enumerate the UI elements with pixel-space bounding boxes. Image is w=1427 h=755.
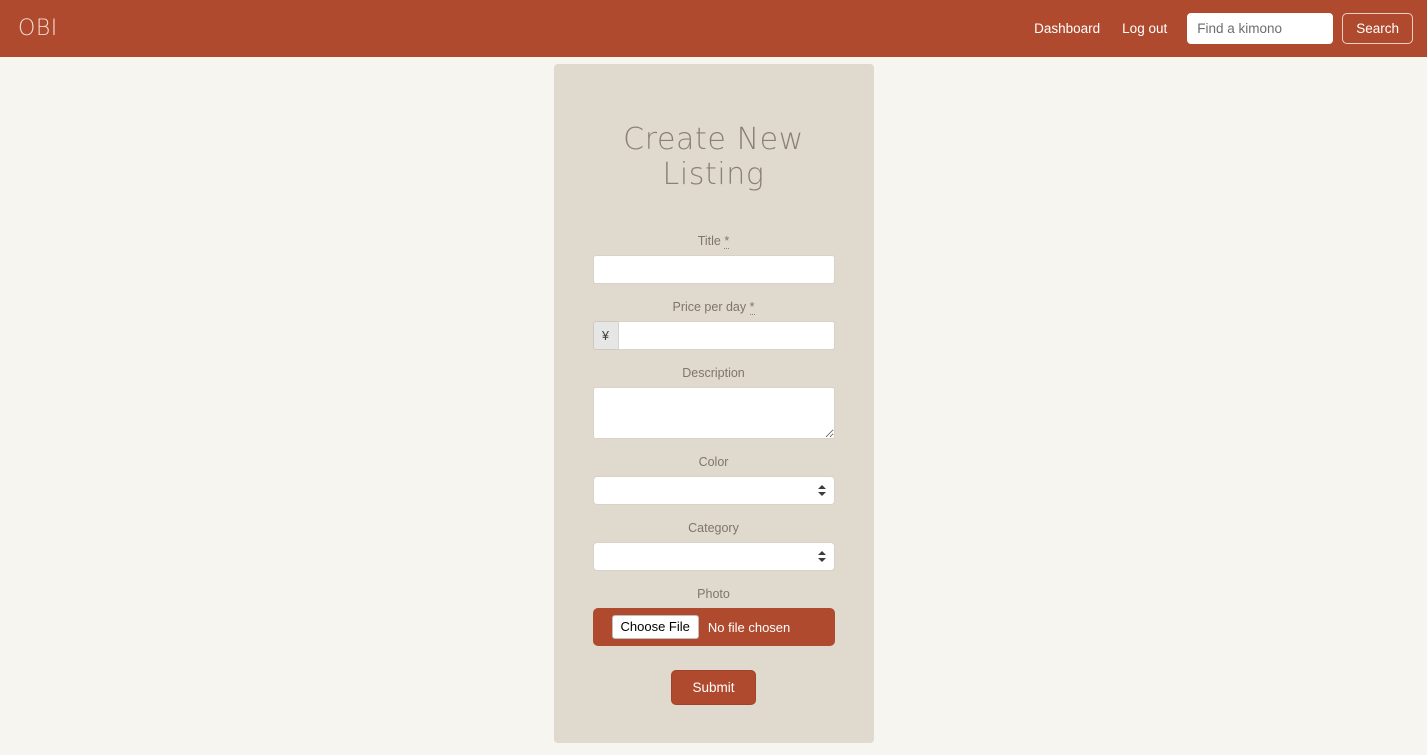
label-price: Price per day * bbox=[574, 300, 854, 315]
brand-logo[interactable]: OBI bbox=[18, 17, 58, 40]
label-price-text: Price per day bbox=[672, 300, 747, 314]
page-body: Create New Listing Title * Price per day… bbox=[0, 57, 1427, 743]
color-select[interactable] bbox=[592, 476, 835, 505]
label-photo: Photo bbox=[697, 587, 730, 601]
required-marker-title: * bbox=[724, 234, 730, 249]
yen-currency-icon: ¥ bbox=[592, 321, 618, 350]
label-category: Category bbox=[688, 521, 739, 535]
nav-link-logout[interactable]: Log out bbox=[1111, 21, 1178, 36]
price-input[interactable] bbox=[617, 321, 835, 350]
search-button[interactable]: Search bbox=[1342, 13, 1413, 44]
category-select-wrap bbox=[592, 542, 835, 571]
nav-link-dashboard[interactable]: Dashboard bbox=[1023, 21, 1111, 36]
file-status-text: No file chosen bbox=[707, 619, 791, 635]
field-category: Category bbox=[574, 521, 854, 571]
page-title: Create New Listing bbox=[623, 122, 804, 192]
photo-file-input[interactable]: Choose File No file chosen bbox=[592, 608, 835, 646]
field-description: Description bbox=[574, 366, 854, 439]
title-input[interactable] bbox=[592, 255, 835, 284]
submit-button[interactable]: Submit bbox=[671, 670, 756, 705]
label-description: Description bbox=[682, 366, 745, 380]
field-color: Color bbox=[574, 455, 854, 505]
field-title: Title * bbox=[574, 234, 854, 284]
navbar-right-group: Dashboard Log out Search bbox=[1023, 13, 1413, 44]
label-color: Color bbox=[698, 455, 729, 469]
search-input[interactable] bbox=[1187, 13, 1334, 44]
field-photo: Photo Choose File No file chosen bbox=[574, 587, 854, 646]
description-textarea[interactable] bbox=[592, 387, 835, 439]
required-marker-price: * bbox=[749, 300, 755, 315]
price-input-group: ¥ bbox=[592, 321, 835, 350]
label-title-text: Title bbox=[697, 234, 721, 248]
choose-file-button[interactable]: Choose File bbox=[611, 615, 699, 639]
top-navbar: OBI Dashboard Log out Search bbox=[0, 0, 1427, 57]
label-title: Title * bbox=[574, 234, 854, 249]
category-select[interactable] bbox=[592, 542, 835, 571]
create-listing-card: Create New Listing Title * Price per day… bbox=[553, 64, 874, 743]
color-select-wrap bbox=[592, 476, 835, 505]
submit-row: Submit bbox=[574, 670, 854, 705]
field-price: Price per day * ¥ bbox=[574, 300, 854, 350]
